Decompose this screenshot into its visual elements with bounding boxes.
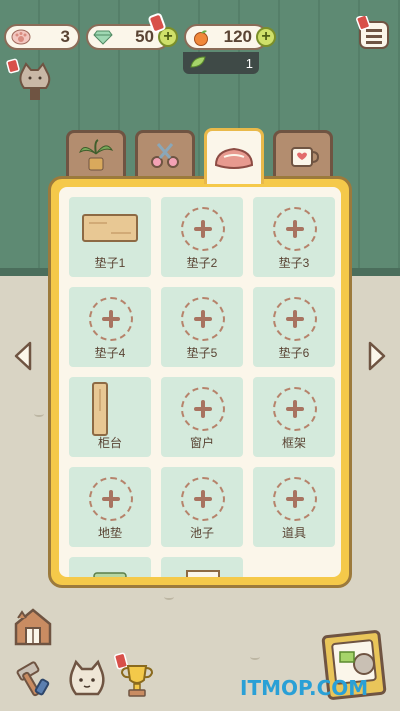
potted-plant-icon (79, 138, 114, 170)
slot-cushion-2[interactable]: 垫子2 (161, 197, 243, 277)
furniture-panel: 垫子1 垫子2 垫子3 垫子4 垫子5 垫子6 柜台 窗户 框架 地垫 池子 道… (48, 176, 352, 588)
add-fruit-button[interactable]: + (256, 27, 276, 47)
tab-plants[interactable] (66, 130, 126, 178)
fruit-icon (190, 28, 212, 46)
cat-face-icon (6, 58, 51, 100)
slot-label: 道具 (281, 526, 306, 540)
fruit-counter: 120 + (184, 24, 276, 50)
add-slot-icon (273, 297, 317, 341)
slot-label: 框架 (281, 436, 306, 450)
menu-icon (356, 14, 389, 49)
add-slot-icon (273, 207, 317, 251)
hammer-icon (16, 661, 50, 697)
floor-grass (34, 411, 44, 417)
slot-grid: 垫子1 垫子2 垫子3 垫子4 垫子5 垫子6 柜台 窗户 框架 地垫 池子 道… (69, 197, 337, 577)
paw-count: 3 (60, 27, 70, 46)
house-icon (14, 608, 52, 646)
slot-label: 地垫 (97, 526, 122, 540)
add-slot-icon (181, 387, 225, 431)
slot-cushion-3[interactable]: 垫子3 (253, 197, 335, 277)
leaf-counter: 1 (183, 52, 259, 74)
add-slot-icon (89, 297, 133, 341)
furniture-panel-inner: 垫子1 垫子2 垫子3 垫子4 垫子5 垫子6 柜台 窗户 框架 地垫 池子 道… (59, 187, 341, 577)
slot-cushion-6[interactable]: 垫子6 (253, 287, 335, 367)
slot-label: 垫子1 (94, 256, 126, 270)
tab-crafts[interactable] (135, 130, 195, 178)
leaf-icon (189, 55, 207, 72)
paw-counter: 3 (4, 24, 80, 50)
floor-grass (164, 594, 174, 600)
slot-frame[interactable]: 框架 (253, 377, 335, 457)
fruit-count: 120 (223, 27, 252, 46)
slot-counter[interactable]: 柜台 (69, 377, 151, 457)
tab-dishes[interactable] (273, 130, 333, 178)
add-slot-icon (181, 207, 225, 251)
cat-collection-button[interactable] (64, 656, 110, 702)
watermark-text: ITMOP.COM (240, 676, 369, 700)
cat-head-icon (69, 659, 105, 696)
slot-props[interactable]: 道具 (253, 467, 335, 547)
arrow-right-icon (368, 341, 386, 371)
slot-cushion-1[interactable]: 垫子1 (69, 197, 151, 277)
rolled-mat-icon (93, 572, 127, 577)
cat-avatar-button[interactable] (6, 58, 56, 106)
tab-cushions[interactable] (204, 128, 264, 184)
slot-label: 垫子2 (186, 256, 218, 270)
add-slot-icon (181, 297, 225, 341)
trophy-button[interactable] (114, 652, 160, 702)
slot-floor-mat[interactable]: 地垫 (69, 467, 151, 547)
slot-extra-2[interactable] (161, 557, 243, 577)
slot-cushion-4[interactable]: 垫子4 (69, 287, 151, 367)
slot-label: 垫子6 (278, 346, 310, 360)
build-tools-button[interactable] (10, 656, 56, 702)
next-arrow[interactable] (366, 340, 388, 372)
wooden-board-icon (82, 214, 138, 242)
trophy-icon (114, 652, 154, 697)
paw-icon (10, 28, 32, 46)
counter-icon (92, 382, 108, 436)
floor-grass (250, 654, 260, 660)
slot-extra-1[interactable] (69, 557, 151, 577)
leaf-count: 1 (245, 55, 253, 71)
frame-item-icon (186, 570, 220, 577)
add-slot-icon (273, 477, 317, 521)
previous-arrow[interactable] (12, 340, 34, 372)
slot-label: 柜台 (97, 436, 122, 450)
menu-button[interactable] (356, 14, 392, 52)
slot-label: 池子 (189, 526, 214, 540)
add-slot-icon (181, 477, 225, 521)
add-slot-icon (89, 477, 133, 521)
slot-label: 垫子3 (278, 256, 310, 270)
shop-house-button[interactable] (10, 604, 56, 650)
slot-label: 窗户 (189, 436, 214, 450)
slot-cushion-5[interactable]: 垫子5 (161, 287, 243, 367)
cushion-icon (214, 147, 254, 169)
arrow-left-icon (14, 341, 32, 371)
gem-icon (92, 28, 114, 46)
add-slot-icon (273, 387, 317, 431)
scissors-icon (151, 142, 179, 168)
slot-pool[interactable]: 池子 (161, 467, 243, 547)
slot-label: 垫子5 (186, 346, 218, 360)
cup-icon (291, 146, 320, 167)
slot-label: 垫子4 (94, 346, 126, 360)
slot-window[interactable]: 窗户 (161, 377, 243, 457)
